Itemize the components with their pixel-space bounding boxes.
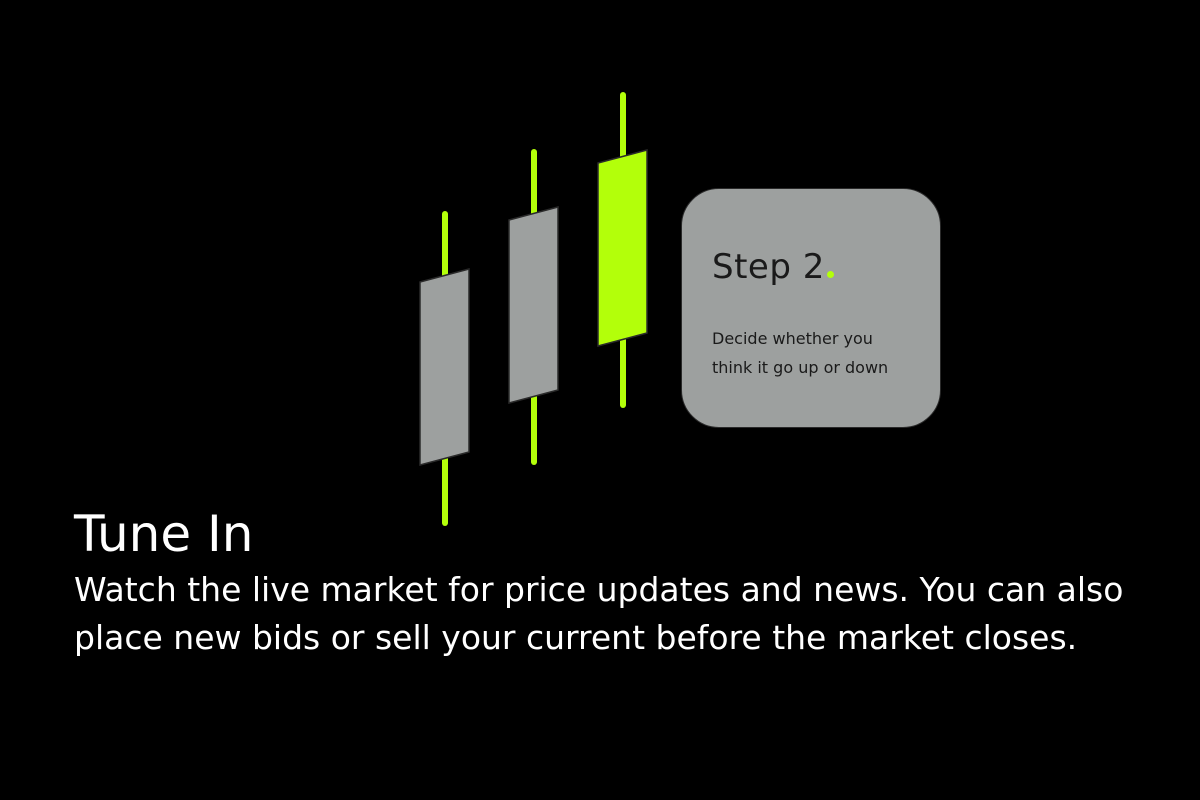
step-description: Decide whether you think it go up or dow… <box>712 329 889 377</box>
candle-1-body <box>419 268 470 466</box>
body-text: Watch the live market for price updates … <box>74 570 1124 657</box>
candlestick-illustration <box>419 92 648 526</box>
accent-dot-icon <box>826 271 834 278</box>
step-card: Step 2 Decide whether you think it go up… <box>681 188 941 428</box>
candle-3-body <box>597 149 648 347</box>
candle-2-body <box>508 206 559 404</box>
step-title: Step 2 <box>712 247 834 287</box>
headline: Tune In <box>74 505 254 563</box>
step-title-text: Step 2 <box>712 247 825 287</box>
